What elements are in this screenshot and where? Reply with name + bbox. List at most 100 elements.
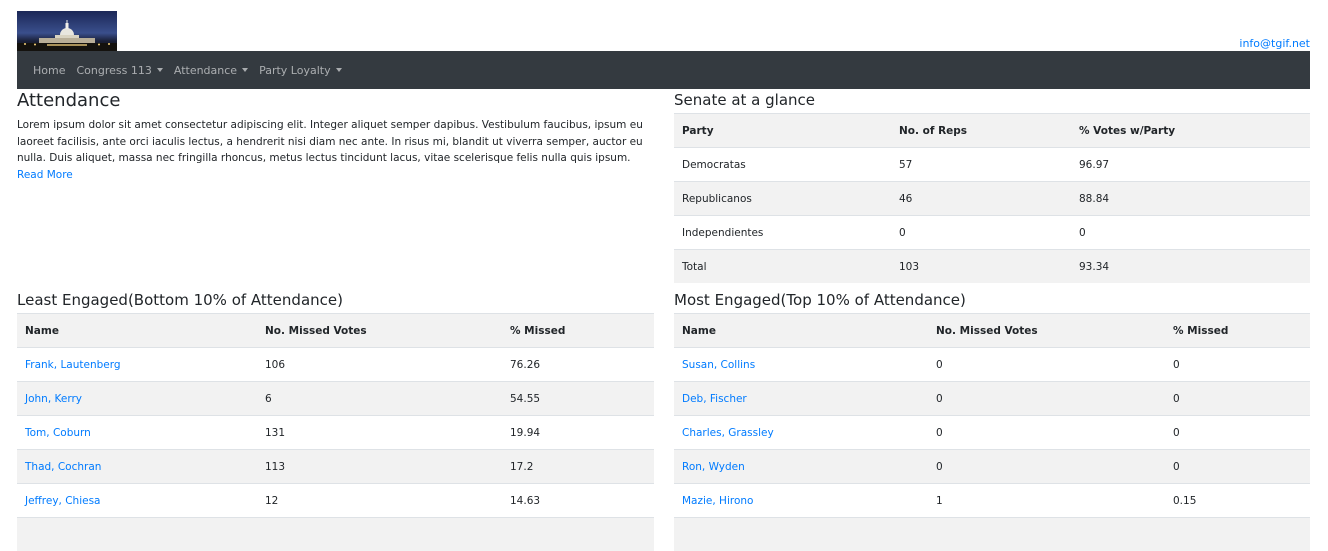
senator-name-cell: Deb, Fischer xyxy=(674,382,928,416)
senator-name-cell: Thad, Cochran xyxy=(17,450,257,484)
most-engaged-title: Most Engaged(Top 10% of Attendance) xyxy=(674,291,966,309)
senator-link[interactable]: Susan, Collins xyxy=(682,359,755,371)
column-header[interactable]: Name xyxy=(17,314,257,348)
missed-pct-cell: 54.55 xyxy=(502,382,654,416)
senator-link[interactable]: John, Kerry xyxy=(25,393,82,405)
intro-text: Lorem ipsum dolor sit amet consectetur a… xyxy=(17,119,643,164)
nav-attendance-dropdown[interactable]: Attendance xyxy=(174,64,248,77)
senator-name-cell xyxy=(674,518,928,551)
missed-votes-cell: 6 xyxy=(257,382,502,416)
column-header[interactable]: % Missed xyxy=(502,314,654,348)
party-cell: Independientes xyxy=(674,216,891,250)
senator-link[interactable]: Charles, Grassley xyxy=(682,427,774,439)
table-row: John, Kerry 6 54.55 xyxy=(17,382,654,416)
senator-name-cell: Charles, Grassley xyxy=(674,416,928,450)
table-row: Mazie, Hirono 1 0.15 xyxy=(674,484,1310,518)
senator-name-cell: Mazie, Hirono xyxy=(674,484,928,518)
reps-cell: 103 xyxy=(891,250,1071,284)
senator-link[interactable]: Jeffrey, Chiesa xyxy=(25,495,101,507)
capitol-logo[interactable] xyxy=(17,11,117,51)
missed-votes-cell: 0 xyxy=(928,348,1165,382)
table-header-row: Party No. of Reps % Votes w/Party xyxy=(674,114,1310,148)
votes-cell: 93.34 xyxy=(1071,250,1310,284)
senator-name-cell: Jeffrey, Chiesa xyxy=(17,484,257,518)
table-row xyxy=(674,518,1310,551)
table-row: Republicanos 46 88.84 xyxy=(674,182,1310,216)
read-more-link[interactable]: Read More xyxy=(17,169,73,181)
intro-paragraph: Lorem ipsum dolor sit amet consectetur a… xyxy=(17,117,657,183)
senator-name-cell: John, Kerry xyxy=(17,382,257,416)
table-row: Charles, Grassley 0 0 xyxy=(674,416,1310,450)
missed-pct-cell: 19.94 xyxy=(502,416,654,450)
senator-name-cell: Tom, Coburn xyxy=(17,416,257,450)
column-header[interactable]: Name xyxy=(674,314,928,348)
votes-cell: 96.97 xyxy=(1071,148,1310,182)
votes-cell: 88.84 xyxy=(1071,182,1310,216)
table-row xyxy=(17,518,654,551)
senator-link[interactable]: Thad, Cochran xyxy=(25,461,101,473)
caret-down-icon xyxy=(336,68,342,72)
table-row: Democratas 57 96.97 xyxy=(674,148,1310,182)
main-navbar: Home Congress 113 Attendance Party Loyal… xyxy=(17,51,1310,89)
senator-name-cell xyxy=(17,518,257,551)
table-row: Jeffrey, Chiesa 12 14.63 xyxy=(17,484,654,518)
votes-cell: 0 xyxy=(1071,216,1310,250)
nav-attendance-label: Attendance xyxy=(174,64,237,77)
table-row: Total 103 93.34 xyxy=(674,250,1310,284)
missed-votes-cell: 113 xyxy=(257,450,502,484)
missed-pct-cell: 17.2 xyxy=(502,450,654,484)
nav-party-loyalty-dropdown[interactable]: Party Loyalty xyxy=(259,64,342,77)
senator-link[interactable]: Tom, Coburn xyxy=(25,427,91,439)
least-engaged-title: Least Engaged(Bottom 10% of Attendance) xyxy=(17,291,343,309)
column-header[interactable]: No. Missed Votes xyxy=(928,314,1165,348)
missed-votes-cell: 0 xyxy=(928,382,1165,416)
reps-cell: 57 xyxy=(891,148,1071,182)
missed-pct-cell: 76.26 xyxy=(502,348,654,382)
missed-pct-cell: 0 xyxy=(1165,382,1310,416)
column-header[interactable]: Party xyxy=(674,114,891,148)
senator-name-cell: Susan, Collins xyxy=(674,348,928,382)
missed-pct-cell: 0 xyxy=(1165,348,1310,382)
senator-link[interactable]: Deb, Fischer xyxy=(682,393,747,405)
missed-votes-cell: 106 xyxy=(257,348,502,382)
missed-pct-cell: 0.15 xyxy=(1165,484,1310,518)
missed-votes-cell: 131 xyxy=(257,416,502,450)
column-header[interactable]: No. Missed Votes xyxy=(257,314,502,348)
contact-email-link[interactable]: info@tgif.net xyxy=(1239,37,1310,50)
column-header[interactable]: No. of Reps xyxy=(891,114,1071,148)
senator-link[interactable]: Mazie, Hirono xyxy=(682,495,753,507)
missed-pct-cell: 14.63 xyxy=(502,484,654,518)
table-row: Deb, Fischer 0 0 xyxy=(674,382,1310,416)
missed-votes-cell: 12 xyxy=(257,484,502,518)
missed-pct-cell: 0 xyxy=(1165,450,1310,484)
table-header-row: Name No. Missed Votes % Missed xyxy=(17,314,654,348)
missed-votes-cell: 1 xyxy=(928,484,1165,518)
party-cell: Democratas xyxy=(674,148,891,182)
senator-name-cell: Frank, Lautenberg xyxy=(17,348,257,382)
nav-home[interactable]: Home xyxy=(33,64,65,77)
least-engaged-table: Name No. Missed Votes % Missed Frank, La… xyxy=(17,313,654,551)
senate-glance-title: Senate at a glance xyxy=(674,91,815,109)
reps-cell: 46 xyxy=(891,182,1071,216)
table-row: Tom, Coburn 131 19.94 xyxy=(17,416,654,450)
party-cell: Republicanos xyxy=(674,182,891,216)
missed-votes-cell: 0 xyxy=(928,450,1165,484)
reps-cell: 0 xyxy=(891,216,1071,250)
caret-down-icon xyxy=(242,68,248,72)
column-header[interactable]: % Missed xyxy=(1165,314,1310,348)
table-row: Independientes 0 0 xyxy=(674,216,1310,250)
table-row: Frank, Lautenberg 106 76.26 xyxy=(17,348,654,382)
missed-pct-cell: 0 xyxy=(1165,416,1310,450)
column-header[interactable]: % Votes w/Party xyxy=(1071,114,1310,148)
missed-votes-cell: 0 xyxy=(928,416,1165,450)
table-header-row: Name No. Missed Votes % Missed xyxy=(674,314,1310,348)
senator-link[interactable]: Frank, Lautenberg xyxy=(25,359,121,371)
nav-party-loyalty-label: Party Loyalty xyxy=(259,64,331,77)
table-row: Thad, Cochran 113 17.2 xyxy=(17,450,654,484)
nav-congress-dropdown[interactable]: Congress 113 xyxy=(76,64,162,77)
senator-link[interactable]: Ron, Wyden xyxy=(682,461,745,473)
senator-name-cell: Ron, Wyden xyxy=(674,450,928,484)
caret-down-icon xyxy=(157,68,163,72)
missed-votes-cell xyxy=(928,518,1165,551)
table-row: Susan, Collins 0 0 xyxy=(674,348,1310,382)
